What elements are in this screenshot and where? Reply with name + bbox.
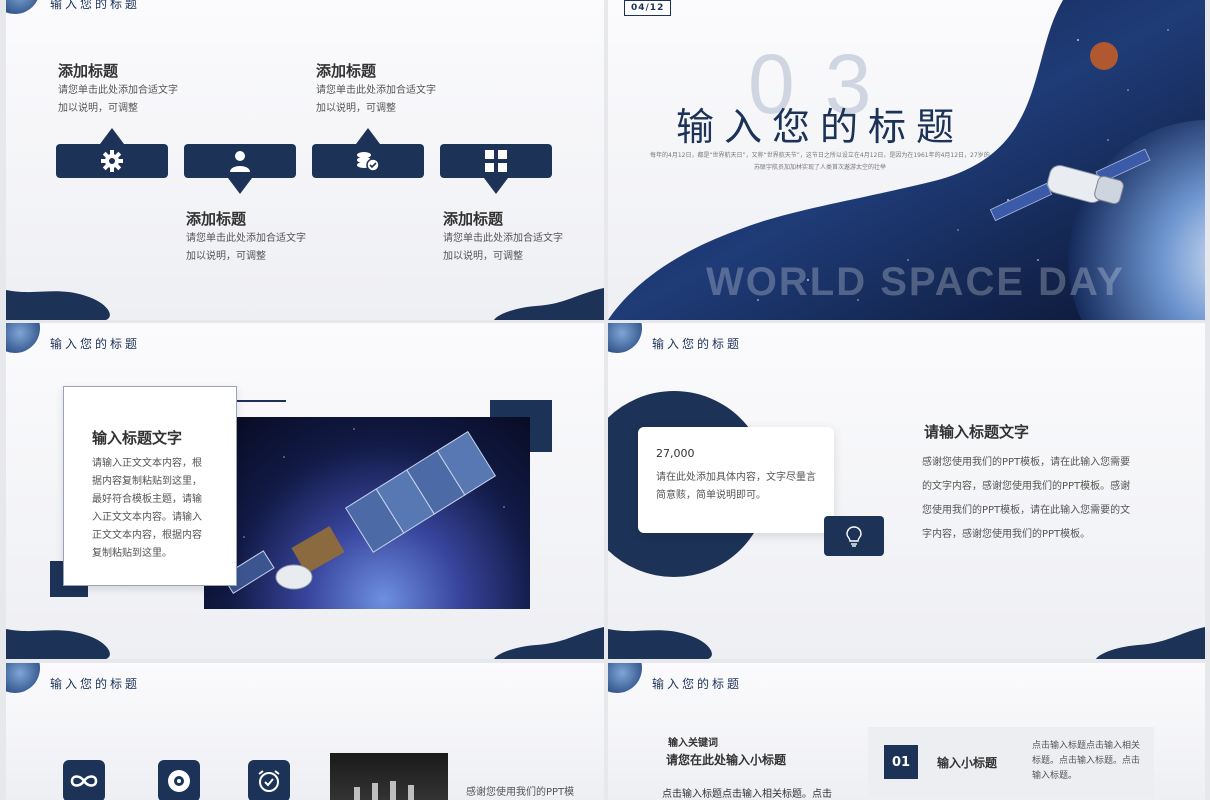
wave-decoration (608, 627, 1205, 659)
coins-icon (357, 152, 380, 172)
feature-desc-line: 加以说明，可调整 (443, 251, 523, 262)
earth-thumbnail (6, 323, 40, 353)
earth-thumbnail (608, 323, 642, 353)
stat-text: 请在此处添加具体内容，文字尽量言简意赅，简单说明即可。 (656, 472, 816, 501)
pointer-down (484, 178, 508, 194)
feature-desc-line: 加以说明，可调整 (186, 251, 266, 262)
wave-decoration (6, 288, 604, 320)
idea-badge (824, 516, 884, 556)
feature-title-1: 添加标题 (58, 62, 119, 80)
slide-title-section[interactable]: 04/12 03 输入您的标题 每年的4月12日，都是“世界航天日”，又称“世界… (608, 0, 1205, 320)
keyword-body: 点击输入标题点击输入相关标题。点击 (662, 789, 832, 800)
infinity-badge (63, 760, 105, 800)
feature-desc-line: 请您单击此处添加合适文字 (316, 85, 436, 96)
item-number: 01 (884, 745, 918, 779)
stat-card: 27,000 请在此处添加具体内容，文字尽量言简意赅，简单说明即可。 (638, 427, 834, 533)
vinyl-badge (158, 760, 200, 800)
item-title: 输入小标题 (937, 756, 998, 770)
stat-number: 27,000 (656, 447, 695, 460)
feature-title-4: 添加标题 (443, 210, 504, 228)
feature-desc-line: 请您单击此处添加合适文字 (58, 85, 178, 96)
feature-desc-2: 请您单击此处添加合适文字 加以说明，可调整 (186, 230, 306, 266)
content-body: 感谢您使用我们的PPT模板，请在此输入您需要的文字内容，感谢您使用我们的PPT模… (922, 457, 1131, 540)
section-title: 输入您的标题 (676, 105, 965, 149)
slide-header-title: 输入您的标题 (50, 0, 141, 11)
slide-text-image[interactable]: 输入您的标题 输入标题文字 请输入正文文本内容，根据内容复制粘贴到这里，最好符合… (6, 323, 604, 659)
feature-desc-line: 请您单击此处添加合适文字 (443, 233, 563, 244)
card-body: 请输入正文文本内容，根据内容复制粘贴到这里，最好符合模板主题，请输入正文文本内容… (92, 458, 202, 559)
section-caption-line-1: 每年的4月12日，都是“世界航天日”，又称“世界航天节”，这节日之所以设立在4月… (650, 152, 990, 159)
item-body: 点击输入标题点击输入相关标题。点击输入标题。点击输入标题。 (1032, 741, 1141, 781)
pointer-up (100, 128, 124, 144)
feature-desc-3: 请您单击此处添加合适文字 加以说明，可调整 (316, 82, 436, 118)
content-title: 请输入标题文字 (924, 423, 1030, 441)
infinity-icon (70, 775, 98, 787)
slide-header-title: 输入您的标题 (652, 677, 743, 691)
satellite-photo (204, 417, 530, 609)
keyword-subtitle: 请您在此处输入小标题 (666, 753, 787, 767)
feature-icon-box-2 (184, 144, 296, 194)
pointer-down (228, 178, 252, 194)
slide-stat-text[interactable]: 输入您的标题 27,000 请在此处添加具体内容，文字尽量言简意赅，简单说明即可… (608, 323, 1205, 659)
slide-keywords[interactable]: 输入您的标题 输入关键词 请您在此处输入小标题 点击输入标题点击输入相关标题。点… (608, 663, 1205, 800)
alarm-badge (248, 760, 290, 800)
feature-desc-line: 加以说明，可调整 (58, 103, 138, 114)
card-title: 输入标题文字 (92, 429, 183, 447)
gear-icon (101, 150, 123, 172)
section-caption-line-2: 苏联宇航员加加林实现了人类首次遨游太空的壮举 (754, 164, 887, 171)
slide-header-title: 输入您的标题 (50, 677, 141, 691)
slide-icons[interactable]: 输入您的标题 感谢您使用我们的PPT模 (6, 663, 604, 800)
team-photo (330, 753, 448, 800)
feature-icon-box-3 (312, 128, 424, 178)
feature-title-3: 添加标题 (316, 62, 377, 80)
text-card: 输入标题文字 请输入正文文本内容，根据内容复制粘贴到这里，最好符合模板主题，请输… (63, 386, 237, 586)
feature-icon-box-4 (440, 144, 552, 194)
user-icon (230, 151, 250, 172)
feature-icon-box-1 (56, 128, 168, 178)
watermark-text: WORLD SPACE DAY (706, 260, 1125, 304)
feature-title-2: 添加标题 (186, 210, 247, 228)
satellite-image (221, 428, 505, 594)
feature-desc-1: 请您单击此处添加合适文字 加以说明，可调整 (58, 82, 178, 118)
pointer-up (356, 128, 380, 144)
page-number-badge: 04/12 (624, 0, 672, 16)
grid-icon (485, 150, 507, 172)
side-text: 感谢您使用我们的PPT模 (466, 787, 575, 798)
earth-thumbnail (608, 663, 642, 693)
feature-desc-line: 请您单击此处添加合适文字 (186, 233, 306, 244)
raised-hands-image (354, 781, 414, 800)
wave-decoration (6, 627, 604, 659)
alarm-clock-icon (258, 770, 280, 792)
lightbulb-icon (846, 526, 862, 547)
earth-thumbnail (6, 663, 40, 693)
feature-desc-line: 加以说明，可调整 (316, 103, 396, 114)
feature-desc-4: 请您单击此处添加合适文字 加以说明，可调整 (443, 230, 563, 266)
slide-features[interactable]: 输入您的标题 添加标题 请您单击此处添加合适文字 加以说明，可调整 添加标题 请… (6, 0, 604, 320)
slide-header-title: 输入您的标题 (652, 337, 743, 351)
vinyl-icon (168, 770, 190, 792)
earth-thumbnail (6, 0, 40, 14)
keyword-label: 输入关键词 (668, 738, 718, 749)
slide-header-title: 输入您的标题 (50, 337, 141, 351)
